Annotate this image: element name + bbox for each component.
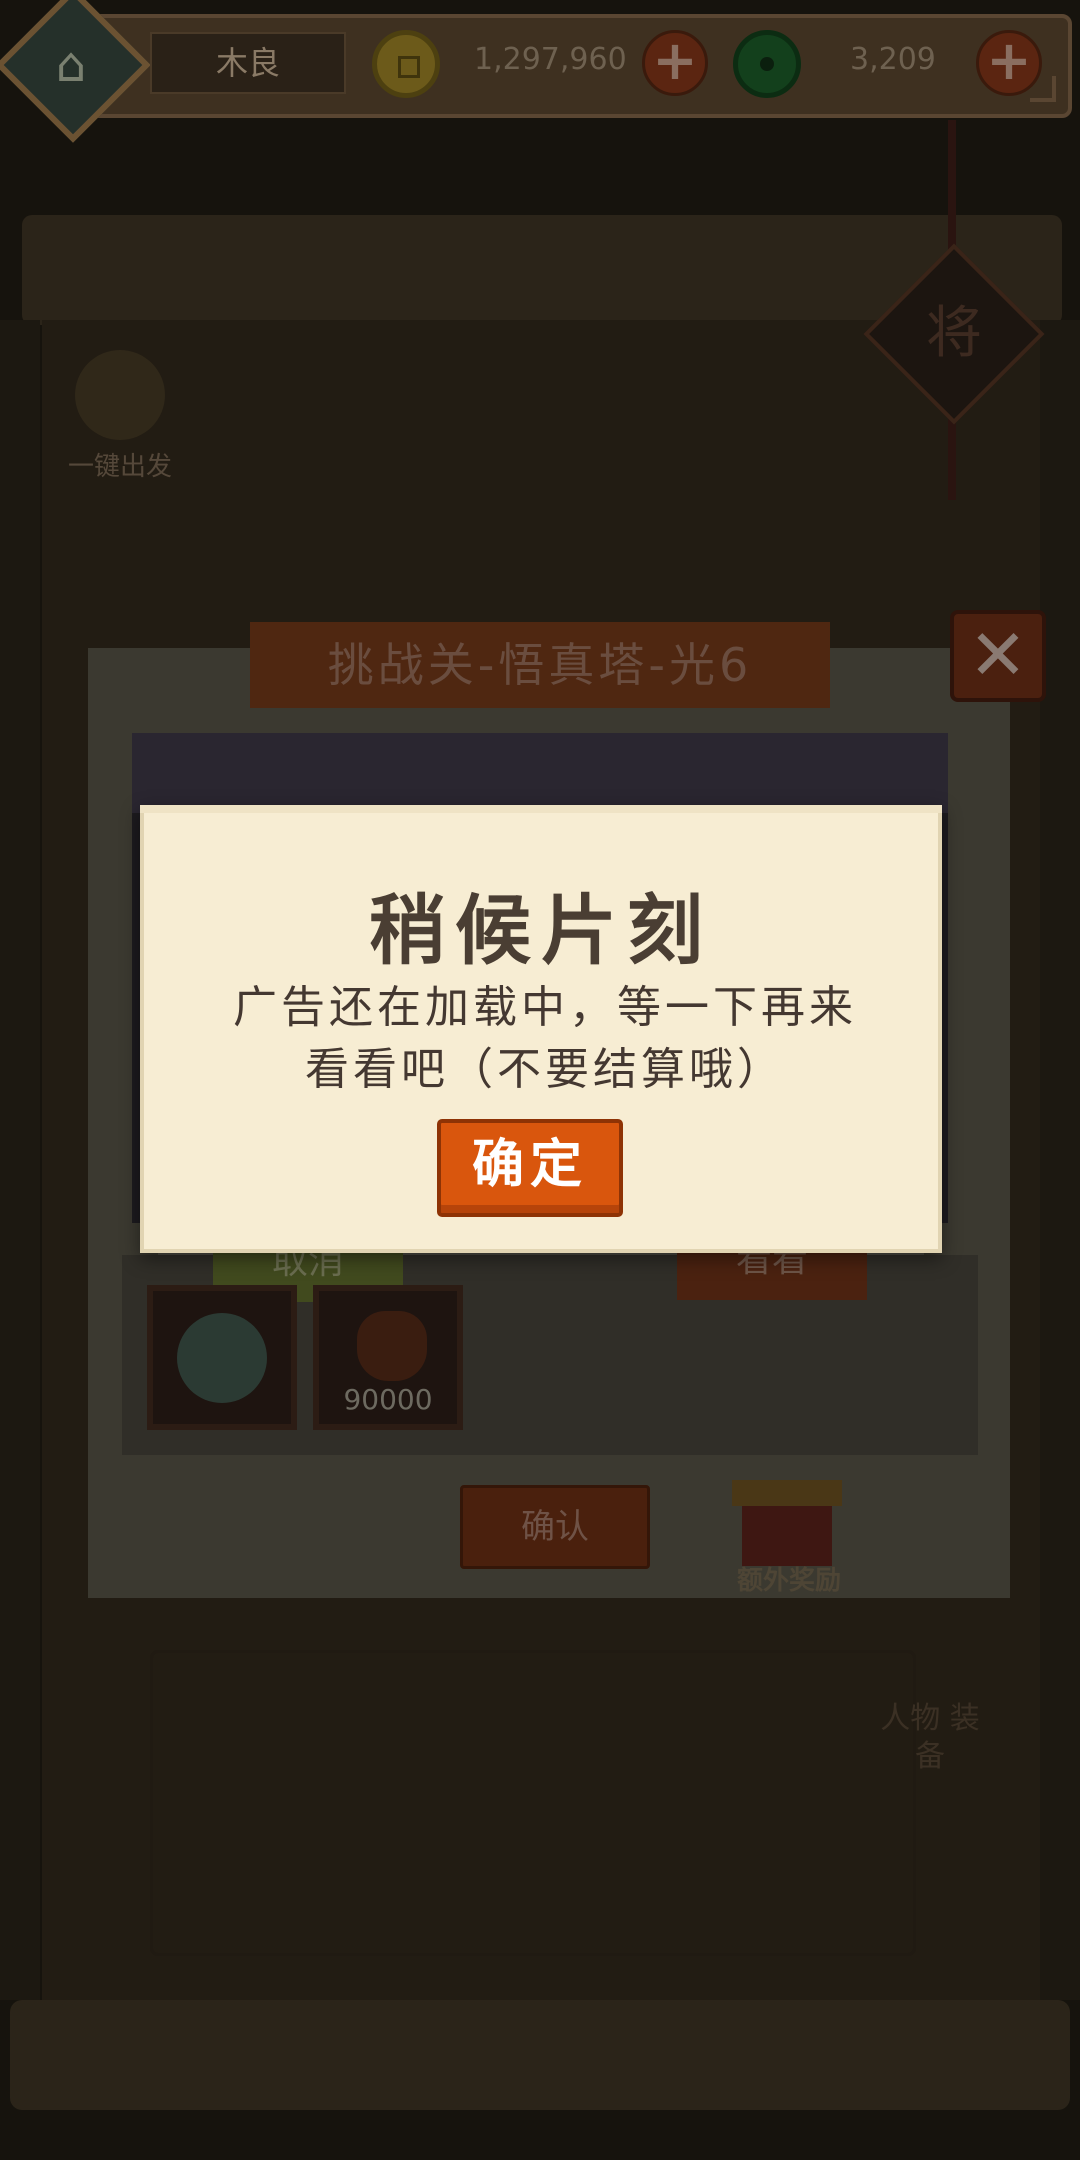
coin-bag-icon bbox=[357, 1311, 427, 1381]
reward-slot-jade[interactable] bbox=[147, 1285, 297, 1430]
popup-message-line2: 看看吧（不要结算哦） bbox=[305, 1044, 785, 1095]
preview-banner bbox=[132, 733, 948, 813]
scroll-bottom-rod bbox=[10, 2000, 1070, 2110]
jade-token-icon bbox=[177, 1313, 267, 1403]
close-button[interactable]: ✕ bbox=[950, 610, 1046, 702]
gold-amount: 1,297,960 bbox=[474, 42, 627, 77]
confirm-button[interactable]: 确认 bbox=[460, 1485, 650, 1569]
popup-title: 稍候片刻 bbox=[369, 886, 713, 975]
add-gold-button[interactable]: + bbox=[642, 30, 708, 96]
depart-icon bbox=[75, 350, 165, 440]
bonus-reward-label: 额外奖励 bbox=[736, 1566, 841, 1596]
jade-coin-icon bbox=[733, 30, 801, 98]
depart-label: 一键出发 bbox=[67, 452, 172, 482]
add-jade-button[interactable]: + bbox=[976, 30, 1042, 96]
right-pillar bbox=[1040, 320, 1080, 2000]
reward-coin-qty: 90000 bbox=[343, 1383, 433, 1416]
ok-button[interactable]: 确定 bbox=[437, 1119, 623, 1217]
gift-box-icon bbox=[742, 1496, 832, 1566]
challenge-title: 挑战关-悟真塔-光6 bbox=[250, 622, 830, 708]
pagoda-icon: ⌂ bbox=[55, 37, 87, 93]
reward-slot-coins[interactable]: 90000 bbox=[313, 1285, 463, 1430]
popup-message: 广告还在加载中，等一下再来 看看吧（不要结算哦） bbox=[184, 977, 906, 1101]
lower-panel bbox=[150, 1650, 916, 1956]
rank-seal-label: 将 bbox=[926, 301, 982, 366]
depart-button[interactable]: 一键出发 bbox=[50, 350, 190, 483]
top-bar: ⌂ 木良 1,297,960 + 3,209 + bbox=[0, 0, 1080, 143]
gift-lid bbox=[732, 1480, 842, 1506]
left-pillar bbox=[0, 320, 40, 2000]
side-tag[interactable]: 人物 装备 bbox=[880, 1700, 980, 1776]
popup-message-line1: 广告还在加载中，等一下再来 bbox=[233, 982, 857, 1033]
bonus-reward-button[interactable]: 额外奖励 bbox=[732, 1466, 842, 1596]
player-name: 木良 bbox=[150, 32, 346, 94]
ad-loading-popup: 稍候片刻 广告还在加载中，等一下再来 看看吧（不要结算哦） 确定 bbox=[140, 805, 942, 1253]
jade-amount: 3,209 bbox=[850, 42, 936, 77]
gold-coin-icon bbox=[372, 30, 440, 98]
